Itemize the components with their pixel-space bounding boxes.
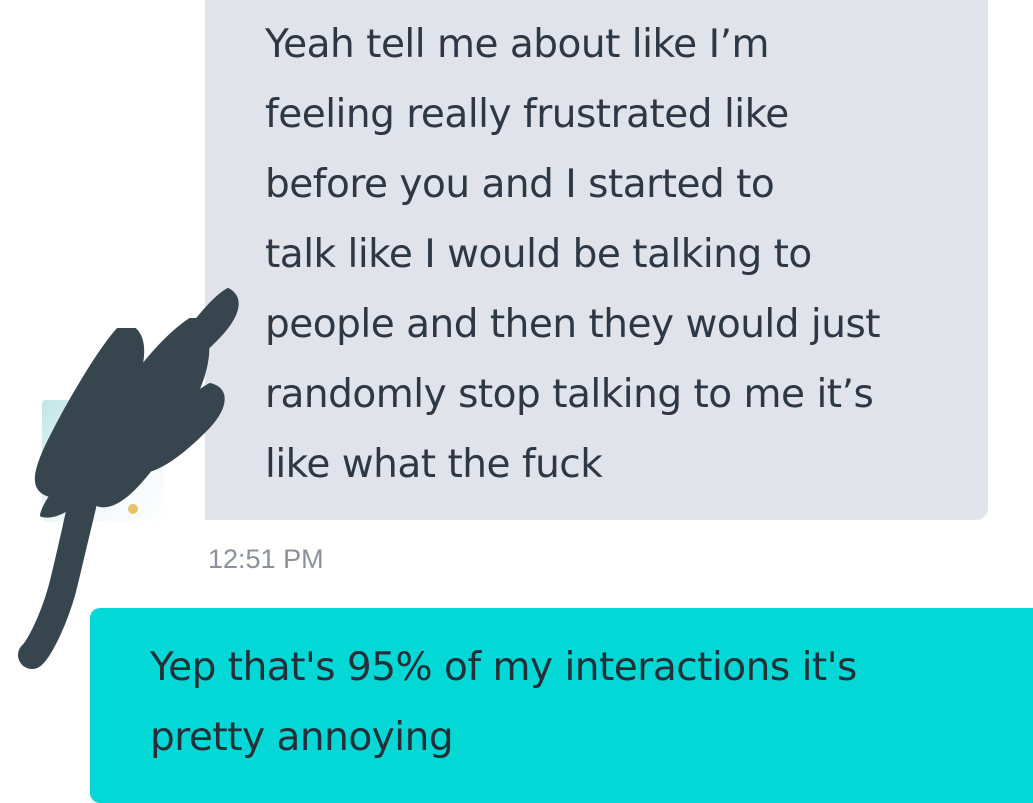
sent-message-text: Yep that's 95% of my interactions it's p… <box>150 645 857 760</box>
received-message-text: Yeah tell me about like I’m feeling real… <box>265 22 881 487</box>
contact-avatar[interactable] <box>42 400 164 522</box>
received-message-bubble[interactable]: Yeah tell me about like I’m feeling real… <box>205 0 988 520</box>
sent-message-bubble[interactable]: Yep that's 95% of my interactions it's p… <box>90 608 1033 803</box>
message-timestamp: 12:51 PM <box>208 544 324 574</box>
